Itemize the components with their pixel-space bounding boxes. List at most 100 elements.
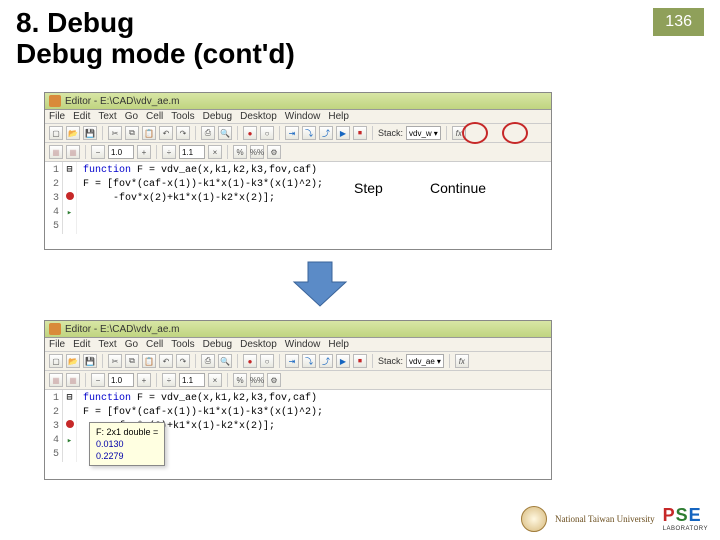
- menu-cell[interactable]: Cell: [146, 339, 163, 350]
- cell-icon[interactable]: ▦: [49, 145, 63, 159]
- titlebar: Editor - E:\CAD\vdv_ae.m: [45, 321, 551, 338]
- menu-tools[interactable]: Tools: [171, 111, 194, 122]
- set-breakpoint-icon[interactable]: ●: [243, 354, 257, 368]
- exit-debug-icon[interactable]: ⏹: [353, 354, 367, 368]
- paste-icon[interactable]: 📋: [142, 354, 156, 368]
- tool-icon[interactable]: ⚙: [267, 373, 281, 387]
- annotation-step: Step: [354, 180, 383, 196]
- code-text[interactable]: function F = vdv_ae(x,k1,k2,k3,fov,caf) …: [77, 162, 551, 234]
- percent-icon[interactable]: %: [233, 373, 247, 387]
- footer-logos: National Taiwan University PSE LABORATOR…: [521, 505, 708, 532]
- save-icon[interactable]: 💾: [83, 126, 97, 140]
- fx-icon[interactable]: fx: [455, 354, 469, 368]
- find-icon[interactable]: 🔍: [218, 126, 232, 140]
- percent2-icon[interactable]: %%: [250, 145, 264, 159]
- menu-desktop[interactable]: Desktop: [240, 339, 277, 350]
- step-in-icon[interactable]: ⤵: [302, 354, 316, 368]
- undo-icon[interactable]: ↶: [159, 126, 173, 140]
- breakpoint-icon[interactable]: [66, 420, 74, 428]
- percent2-icon[interactable]: %%: [250, 373, 264, 387]
- menu-window[interactable]: Window: [285, 111, 321, 122]
- code-area: 1 2 3 4 5 ⊟ ▸ function F = vdv_ae(x,k1,k…: [45, 390, 551, 462]
- find-icon[interactable]: 🔍: [218, 354, 232, 368]
- new-file-icon[interactable]: ▢: [49, 354, 63, 368]
- editor-window-after: Editor - E:\CAD\vdv_ae.m File Edit Text …: [44, 320, 552, 480]
- exit-debug-icon[interactable]: ⏹: [353, 126, 367, 140]
- divide-icon[interactable]: ÷: [162, 145, 176, 159]
- menu-file[interactable]: File: [49, 111, 65, 122]
- cut-icon[interactable]: ✂: [108, 354, 122, 368]
- zoom-field[interactable]: 1.1: [179, 373, 205, 387]
- menu-edit[interactable]: Edit: [73, 111, 90, 122]
- stack-label: Stack:: [378, 356, 403, 366]
- step-icon[interactable]: ⇥: [285, 126, 299, 140]
- open-icon[interactable]: 📂: [66, 354, 80, 368]
- separator: [446, 126, 447, 140]
- menu-file[interactable]: File: [49, 339, 65, 350]
- cell-icon[interactable]: ▦: [49, 373, 63, 387]
- annotation-continue: Continue: [430, 180, 486, 196]
- menu-go[interactable]: Go: [125, 339, 138, 350]
- redo-icon[interactable]: ↷: [176, 126, 190, 140]
- decrease-icon[interactable]: −: [91, 373, 105, 387]
- clear-breakpoint-icon[interactable]: ○: [260, 126, 274, 140]
- multiply-icon[interactable]: ×: [208, 373, 222, 387]
- menu-cell[interactable]: Cell: [146, 111, 163, 122]
- paste-icon[interactable]: 📋: [142, 126, 156, 140]
- menu-go[interactable]: Go: [125, 111, 138, 122]
- divide-icon[interactable]: ÷: [162, 373, 176, 387]
- copy-icon[interactable]: ⧉: [125, 354, 139, 368]
- menu-window[interactable]: Window: [285, 339, 321, 350]
- continue-icon[interactable]: ▶: [336, 126, 350, 140]
- increase-icon[interactable]: +: [137, 145, 151, 159]
- code-area: 1 2 3 4 5 ⊟ ▸ function F = vdv_ae(x,k1,k…: [45, 162, 551, 234]
- menubar: File Edit Text Go Cell Tools Debug Deskt…: [45, 338, 551, 352]
- percent-icon[interactable]: %: [233, 145, 247, 159]
- menu-text[interactable]: Text: [98, 339, 116, 350]
- line-gutter: 1 2 3 4 5: [45, 162, 63, 234]
- menu-desktop[interactable]: Desktop: [240, 111, 277, 122]
- step-out-icon[interactable]: ⤴: [319, 126, 333, 140]
- clear-breakpoint-icon[interactable]: ○: [260, 354, 274, 368]
- redo-icon[interactable]: ↷: [176, 354, 190, 368]
- cell-run-icon[interactable]: ▦: [66, 145, 80, 159]
- step-out-icon[interactable]: ⤴: [319, 354, 333, 368]
- font-size-field[interactable]: 1.0: [108, 145, 134, 159]
- breakpoint-gutter[interactable]: ⊟ ▸: [63, 162, 77, 234]
- stack-select[interactable]: vdv_ae▾: [406, 354, 444, 368]
- open-icon[interactable]: 📂: [66, 126, 80, 140]
- new-file-icon[interactable]: ▢: [49, 126, 63, 140]
- print-icon[interactable]: ⎙: [201, 126, 215, 140]
- menu-help[interactable]: Help: [328, 111, 349, 122]
- print-icon[interactable]: ⎙: [201, 354, 215, 368]
- zoom-field[interactable]: 1.1: [179, 145, 205, 159]
- cell-run-icon[interactable]: ▦: [66, 373, 80, 387]
- decrease-icon[interactable]: −: [91, 145, 105, 159]
- menu-debug[interactable]: Debug: [203, 339, 232, 350]
- laboratory-label: LABORATORY: [663, 526, 708, 532]
- cut-icon[interactable]: ✂: [108, 126, 122, 140]
- breakpoint-icon[interactable]: [66, 192, 74, 200]
- menu-help[interactable]: Help: [328, 339, 349, 350]
- breakpoint-gutter[interactable]: ⊟ ▸: [63, 390, 77, 462]
- step-icon[interactable]: ⇥: [285, 354, 299, 368]
- step-in-icon[interactable]: ⤵: [302, 126, 316, 140]
- undo-icon[interactable]: ↶: [159, 354, 173, 368]
- variable-tooltip: F: 2x1 double = 0.0130 0.2279: [89, 422, 165, 466]
- separator: [102, 354, 103, 368]
- stack-select[interactable]: vdv_w▾: [406, 126, 441, 140]
- menu-edit[interactable]: Edit: [73, 339, 90, 350]
- continue-icon[interactable]: ▶: [336, 354, 350, 368]
- increase-icon[interactable]: +: [137, 373, 151, 387]
- tool-icon[interactable]: ⚙: [267, 145, 281, 159]
- menu-debug[interactable]: Debug: [203, 111, 232, 122]
- save-icon[interactable]: 💾: [83, 354, 97, 368]
- separator: [237, 354, 238, 368]
- copy-icon[interactable]: ⧉: [125, 126, 139, 140]
- multiply-icon[interactable]: ×: [208, 145, 222, 159]
- font-size-field[interactable]: 1.0: [108, 373, 134, 387]
- set-breakpoint-icon[interactable]: ●: [243, 126, 257, 140]
- current-line-arrow-icon: ▸: [67, 208, 72, 218]
- menu-text[interactable]: Text: [98, 111, 116, 122]
- menu-tools[interactable]: Tools: [171, 339, 194, 350]
